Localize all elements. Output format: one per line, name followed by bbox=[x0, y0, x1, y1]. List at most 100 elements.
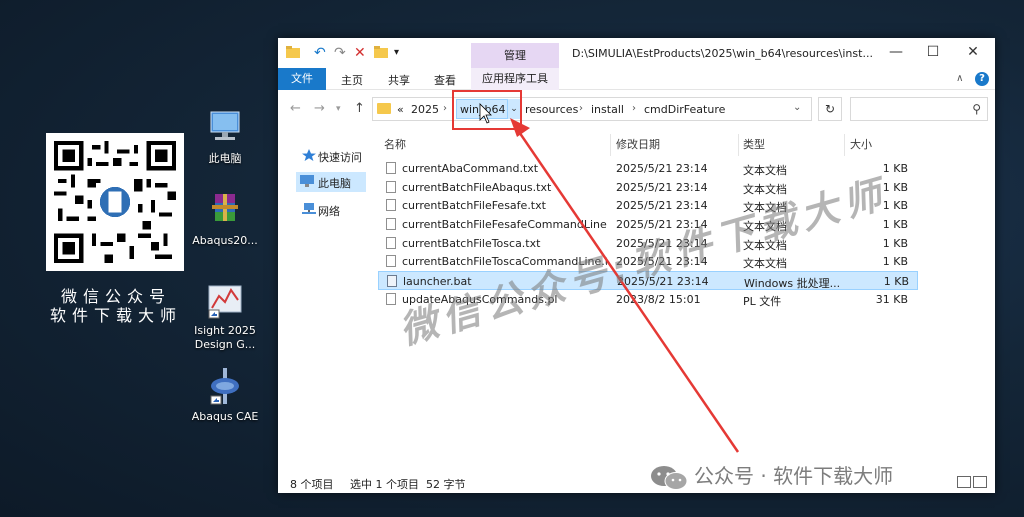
file-type: 文本文档 bbox=[743, 257, 787, 271]
refresh-button[interactable]: ↻ bbox=[818, 97, 842, 121]
file-name: currentAbaCommand.txt bbox=[402, 162, 539, 175]
file-size: 1 KB bbox=[883, 275, 909, 289]
text-file-icon bbox=[386, 218, 396, 231]
address-segment-cmddirfeature[interactable]: cmdDirFeature bbox=[644, 103, 725, 116]
address-dropdown-icon[interactable]: ⌄ bbox=[793, 102, 801, 113]
file-name: currentBatchFileAbaqus.txt bbox=[402, 180, 552, 194]
winrar-icon bbox=[203, 190, 247, 230]
monitor-icon bbox=[300, 175, 314, 187]
back-arrow-icon[interactable]: ← bbox=[290, 101, 301, 116]
tab-manage[interactable]: 管理 bbox=[471, 43, 559, 68]
desktop-icon-label: 此电脑 bbox=[208, 152, 242, 165]
batch-file-icon bbox=[387, 275, 397, 288]
file-type: 文本文档 bbox=[743, 164, 787, 177]
navigation-bar: ← → ▾ ↑ « 2025 › win_b64 ⌄ resources › i… bbox=[278, 94, 995, 124]
folder-icon bbox=[377, 103, 391, 114]
nav-item-label: 网络 bbox=[318, 205, 340, 218]
ribbon-tabs: 文件 主页 共享 查看 应用程序工具 ∧ ? bbox=[278, 68, 995, 90]
desktop-icon-this-pc[interactable]: 此电脑 bbox=[185, 108, 265, 166]
desktop-icon-label: Abaqus20... bbox=[192, 234, 258, 247]
chevron-right-icon[interactable]: › bbox=[632, 103, 636, 114]
qr-caption-line2: 软件下载大师 bbox=[49, 306, 182, 325]
chevron-right-icon[interactable]: › bbox=[443, 103, 447, 114]
watermark-bottom: 公众号 · 软件下载大师 bbox=[650, 460, 893, 491]
network-icon bbox=[302, 203, 316, 214]
status-size: 52 字节 bbox=[426, 478, 466, 491]
nav-item-network[interactable]: 网络 bbox=[278, 200, 374, 220]
window-title: D:\SIMULIA\EstProducts\2025\win_b64\reso… bbox=[572, 47, 873, 60]
collapse-ribbon-icon[interactable]: ∧ bbox=[956, 73, 963, 84]
details-view-icon[interactable] bbox=[957, 476, 971, 488]
tab-view[interactable]: 查看 bbox=[434, 72, 456, 88]
address-segment-resources[interactable]: resources bbox=[525, 103, 578, 116]
star-icon bbox=[302, 149, 316, 161]
file-size: 1 KB bbox=[882, 236, 908, 250]
isight-icon bbox=[203, 280, 247, 320]
status-item-count: 8 个项目 bbox=[290, 478, 334, 491]
address-segment-2025[interactable]: 2025 bbox=[411, 103, 439, 116]
file-type: Windows 批处理... bbox=[744, 277, 841, 291]
desktop-icon-isight[interactable]: Isight 2025 Design G... bbox=[185, 280, 265, 352]
file-name: currentBatchFileFesafe.txt bbox=[402, 199, 546, 213]
monitor-icon bbox=[203, 108, 247, 148]
abaqus-cae-icon bbox=[203, 366, 247, 406]
status-selected: 选中 1 个项目 bbox=[350, 478, 419, 491]
column-header-date[interactable]: 修改日期 bbox=[616, 134, 660, 156]
customize-quick-access-icon[interactable]: ▾ bbox=[394, 47, 399, 58]
address-bar[interactable]: « 2025 › win_b64 ⌄ resources › install ›… bbox=[372, 97, 812, 121]
text-file-icon bbox=[386, 180, 396, 193]
title-bar: ↶ ↷ ✕ ▾ 管理 D:\SIMULIA\EstProducts\2025\w… bbox=[278, 38, 995, 68]
maximize-button[interactable]: ☐ bbox=[923, 44, 943, 60]
redo-icon[interactable]: ↷ bbox=[334, 45, 346, 61]
file-size: 1 KB bbox=[882, 255, 908, 269]
file-date: 2025/5/21 23:14 bbox=[616, 199, 708, 213]
nav-item-quick-access[interactable]: 快速访问 bbox=[278, 146, 374, 166]
view-toggle[interactable] bbox=[955, 476, 989, 490]
large-icons-view-icon[interactable] bbox=[973, 476, 987, 488]
help-icon[interactable]: ? bbox=[975, 72, 989, 86]
delete-icon[interactable]: ✕ bbox=[354, 45, 366, 61]
file-date: 2025/5/21 23:14 bbox=[616, 162, 708, 175]
forward-arrow-icon[interactable]: → bbox=[314, 101, 325, 116]
column-header-size[interactable]: 大小 bbox=[850, 134, 872, 156]
column-header-name[interactable]: 名称 bbox=[384, 134, 406, 156]
column-header-type[interactable]: 类型 bbox=[743, 134, 765, 156]
wechat-icon bbox=[650, 465, 688, 491]
text-file-icon bbox=[386, 236, 396, 249]
desktop-icon-abaqus-installer[interactable]: Abaqus20... bbox=[185, 190, 265, 248]
search-input[interactable]: ⚲ bbox=[850, 97, 988, 121]
qr-code-image bbox=[46, 133, 184, 271]
desktop-icon-label: Isight 2025 Design G... bbox=[194, 324, 256, 351]
file-name: currentBatchFileTosca.txt bbox=[402, 236, 541, 250]
recent-locations-icon[interactable]: ▾ bbox=[336, 104, 341, 114]
folder-icon bbox=[286, 46, 300, 62]
close-button[interactable]: ✕ bbox=[963, 44, 983, 60]
tab-share[interactable]: 共享 bbox=[388, 72, 410, 88]
tab-file[interactable]: 文件 bbox=[278, 68, 326, 90]
minimize-button[interactable]: — bbox=[886, 44, 906, 60]
column-divider[interactable] bbox=[610, 134, 611, 156]
desktop-icon-abaqus-cae[interactable]: Abaqus CAE bbox=[185, 366, 265, 424]
file-size: 31 KB bbox=[875, 292, 908, 306]
text-file-icon bbox=[386, 255, 396, 268]
up-arrow-icon[interactable]: ↑ bbox=[354, 101, 365, 116]
file-name: currentBatchFileFesafeCommandLine.... bbox=[402, 218, 607, 232]
file-date: 2023/8/2 15:01 bbox=[616, 292, 701, 306]
new-folder-icon[interactable] bbox=[374, 46, 388, 62]
tab-application-tools[interactable]: 应用程序工具 bbox=[471, 68, 559, 90]
address-segment-install[interactable]: install bbox=[591, 103, 624, 116]
navigation-pane: 快速访问 此电脑 网络 bbox=[278, 128, 374, 468]
file-type: PL 文件 bbox=[743, 294, 782, 308]
chevron-right-icon[interactable]: › bbox=[579, 103, 583, 114]
nav-item-label: 此电脑 bbox=[318, 177, 351, 190]
highlight-box bbox=[452, 90, 522, 130]
tab-home[interactable]: 主页 bbox=[341, 72, 363, 88]
column-divider[interactable] bbox=[844, 134, 845, 156]
text-file-icon bbox=[386, 162, 396, 174]
undo-icon[interactable]: ↶ bbox=[314, 45, 326, 61]
column-divider[interactable] bbox=[738, 134, 739, 156]
text-file-icon bbox=[386, 199, 396, 212]
address-overflow[interactable]: « bbox=[397, 103, 404, 116]
desktop-icon-label: Abaqus CAE bbox=[191, 410, 259, 423]
nav-item-this-pc[interactable]: 此电脑 bbox=[296, 172, 366, 192]
